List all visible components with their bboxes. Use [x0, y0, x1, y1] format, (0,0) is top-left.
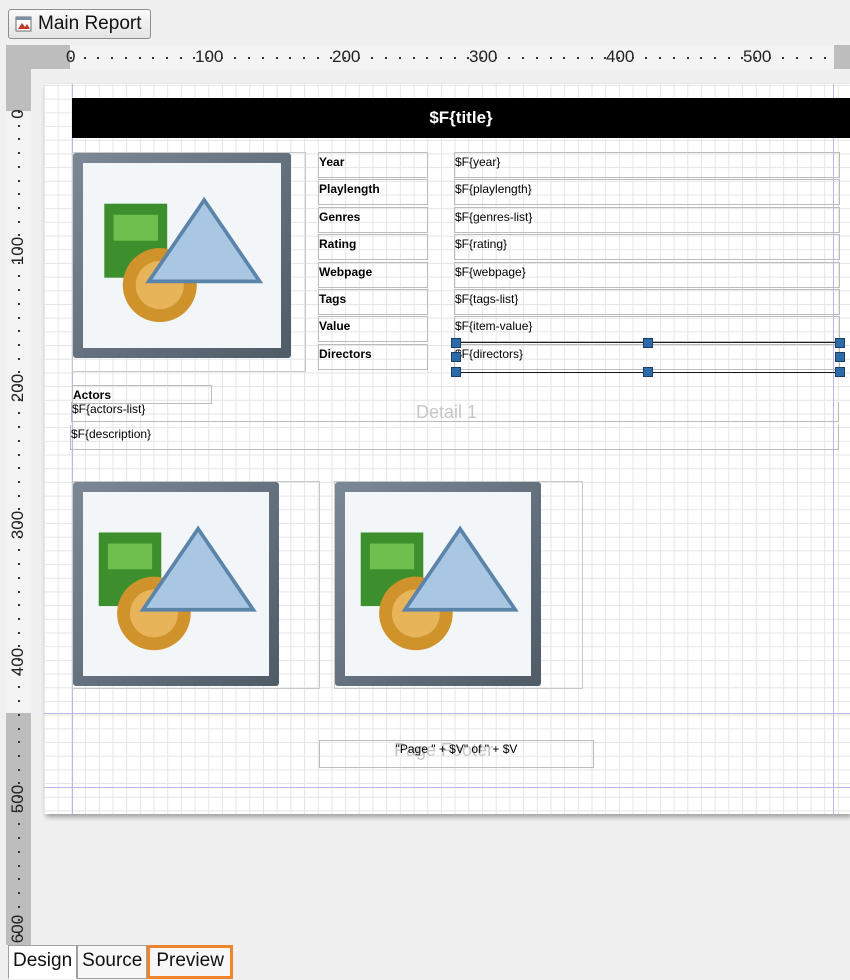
cover-image-element[interactable]	[72, 152, 306, 372]
resize-handle-br[interactable]	[835, 367, 845, 377]
detail-band-bottom-guide	[44, 713, 850, 714]
field-label-genres[interactable]: Genres	[318, 206, 428, 233]
ruler-label-v100: 100	[8, 236, 27, 266]
resize-handle-tl[interactable]	[451, 338, 461, 348]
ruler-label-100: 100	[195, 47, 224, 66]
field-label-tags[interactable]: Tags	[318, 289, 428, 315]
image-placeholder-icon	[98, 525, 257, 651]
report-icon	[15, 15, 33, 33]
ruler-margin-left	[30, 45, 70, 69]
resize-handle-tc[interactable]	[643, 338, 653, 348]
tab-source[interactable]: Source	[77, 945, 148, 979]
field-label-playlength[interactable]: Playlength	[318, 179, 428, 206]
resize-handle-tr[interactable]	[835, 338, 845, 348]
main-report-label: Main Report	[38, 13, 142, 34]
field-label-webpage[interactable]: Webpage	[318, 261, 428, 288]
resize-handle-mr[interactable]	[835, 352, 845, 362]
resize-handle-bl[interactable]	[451, 367, 461, 377]
field-label-directors[interactable]: Directors	[318, 343, 428, 370]
editor-tabs: Design Source Preview	[8, 945, 233, 979]
field-label-rating[interactable]: Rating	[318, 234, 428, 261]
page-footer-bottom-guide	[44, 787, 850, 788]
ruler-margin-right	[834, 45, 850, 69]
ruler-label-v400: 400	[8, 647, 27, 677]
ruler-label-v500: 500	[8, 784, 27, 814]
field-value-rating[interactable]: $F{rating}	[454, 234, 840, 261]
ruler-label-400: 400	[606, 47, 635, 66]
image-element-2[interactable]	[72, 481, 320, 689]
vertical-ruler: 0 100 200 300 400 500 600	[6, 45, 31, 945]
ruler-label-v300: 300	[8, 510, 27, 540]
report-design-canvas[interactable]: $F{title} Year $F{year} Playlength $F{playl…	[44, 84, 850, 814]
tab-design[interactable]: Design	[8, 945, 78, 979]
ruler-label-300: 300	[469, 47, 498, 66]
image-element-3[interactable]	[334, 481, 583, 689]
field-value-webpage[interactable]: $F{webpage}	[454, 261, 840, 288]
field-label-year[interactable]: Year	[318, 152, 428, 178]
ruler-label-200: 200	[332, 47, 361, 66]
ruler-label-v0: 0	[8, 109, 27, 119]
tab-preview[interactable]: Preview	[147, 945, 233, 979]
field-value-playlength[interactable]: $F{playlength}	[454, 179, 840, 206]
report-title-field[interactable]: $F{title}	[72, 98, 850, 138]
field-value-year[interactable]: $F{year}	[454, 152, 840, 178]
horizontal-ruler: 0 100 200 300 400 500	[30, 45, 850, 69]
resize-handle-bc[interactable]	[643, 367, 653, 377]
resize-handle-ml[interactable]	[451, 352, 461, 362]
field-value-tags[interactable]: $F{tags-list}	[454, 289, 840, 315]
image-placeholder-icon	[104, 196, 264, 323]
ruler-label-v200: 200	[8, 373, 27, 403]
image-placeholder-icon	[360, 525, 519, 651]
field-label-value[interactable]: Value	[318, 316, 428, 343]
ruler-label-v600: 600	[8, 914, 27, 944]
description-value-field[interactable]: $F{description}	[70, 425, 839, 450]
main-report-button[interactable]: Main Report	[8, 9, 151, 39]
ruler-label-500: 500	[743, 47, 772, 66]
page-number-field[interactable]: "Page " + $V" of " + $V	[319, 740, 594, 768]
detail-band-label: Detail 1	[416, 402, 478, 422]
field-value-genres[interactable]: $F{genres-list}	[454, 206, 840, 233]
